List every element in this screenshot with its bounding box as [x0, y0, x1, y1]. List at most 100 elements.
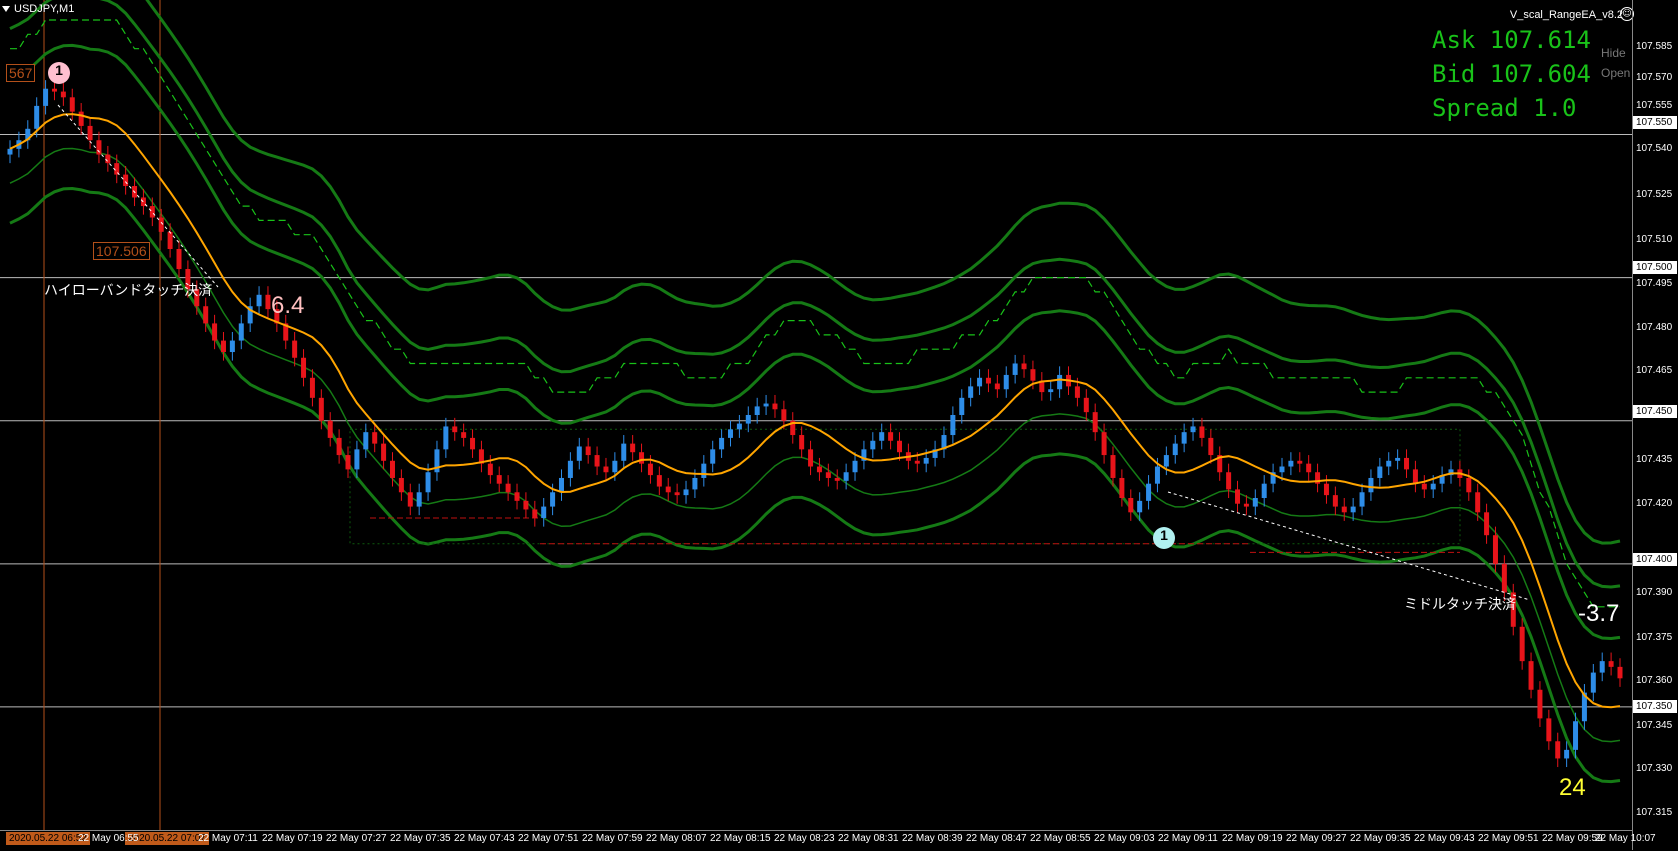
candle-body — [594, 455, 600, 467]
time-tick: 22 May 07:27 — [326, 833, 387, 844]
candle-body — [229, 340, 235, 353]
candle-body — [701, 463, 707, 478]
candle-body — [968, 386, 974, 398]
price-level-box: 107.350 — [1633, 700, 1677, 713]
candle-body — [879, 432, 885, 441]
candle-body — [603, 466, 609, 473]
candle-body — [1243, 503, 1249, 507]
trade-number-circle[interactable]: 1 — [1153, 527, 1175, 549]
candle-body — [959, 397, 965, 415]
candle-body — [585, 446, 591, 456]
candle-body — [7, 148, 13, 155]
candle-body — [781, 409, 787, 421]
candle-body — [523, 500, 529, 510]
candle-body — [630, 443, 636, 453]
ask-quote: Ask 107.614 — [1432, 26, 1591, 54]
candle-body — [550, 492, 556, 507]
candle-body — [1154, 466, 1160, 484]
time-tick: 22 May 07:35 — [390, 833, 451, 844]
candle-body — [656, 475, 662, 487]
candle-body — [1404, 457, 1410, 470]
candle-body — [1332, 495, 1338, 507]
candle-body — [914, 460, 920, 464]
candle-body — [505, 483, 511, 493]
price-tick: 107.570 — [1636, 72, 1673, 83]
candle-body — [532, 509, 538, 519]
candle-body — [1306, 463, 1312, 473]
time-tick: 22 May 09:59 — [1542, 833, 1603, 844]
candle-body — [158, 217, 164, 232]
candle-body — [372, 432, 378, 444]
price-tick: 107.585 — [1636, 41, 1673, 52]
candle-body — [1181, 432, 1187, 444]
candle-body — [301, 357, 307, 378]
moving-average-line — [9, 113, 1621, 709]
candle-body — [612, 460, 618, 473]
open-button[interactable]: Open — [1601, 66, 1630, 80]
candle-body — [398, 477, 404, 493]
candle-body — [834, 477, 840, 481]
candle-body — [1386, 460, 1392, 467]
candle-body — [1573, 721, 1579, 750]
price-level-box: 107.450 — [1633, 405, 1677, 418]
time-tick: 22 May 09:11 — [1158, 833, 1218, 844]
candle-body — [1492, 535, 1498, 564]
time-tick: 22 May 09:19 — [1222, 833, 1283, 844]
candle-body — [167, 231, 173, 249]
candle-body — [149, 206, 155, 218]
hide-button[interactable]: Hide — [1601, 46, 1626, 60]
candle-body — [203, 306, 209, 324]
price-tick: 107.330 — [1636, 763, 1673, 774]
price-label-box: 567 — [6, 64, 36, 82]
candle-body — [470, 437, 476, 450]
price-tick: 107.525 — [1636, 189, 1673, 200]
candle-body — [327, 420, 333, 438]
candle-body — [1466, 477, 1472, 493]
candle-body — [1048, 389, 1054, 393]
candle-body — [1074, 386, 1080, 398]
candle-body — [212, 323, 218, 341]
dropdown-triangle-icon[interactable] — [2, 6, 10, 12]
candle-body — [825, 472, 831, 478]
candle-body — [318, 397, 324, 421]
candle-body — [1368, 477, 1374, 493]
candle-body — [238, 323, 244, 341]
candle-body — [1599, 661, 1605, 673]
candle-body — [897, 440, 903, 453]
candle-body — [1475, 492, 1481, 513]
candle-body — [1546, 718, 1552, 742]
price-chart[interactable]: USDJPY,M1 V_scal_RangeEA_v8.2 ☺ Ask 107.… — [0, 0, 1678, 850]
candle-body — [1261, 483, 1267, 498]
candle-body — [381, 443, 387, 461]
candle-body — [665, 486, 671, 493]
candle-body — [345, 455, 351, 470]
candle-body — [950, 415, 956, 436]
candle-body — [816, 466, 822, 473]
price-level-box: 107.550 — [1633, 116, 1677, 129]
candle-body — [1341, 506, 1347, 513]
candle-body — [852, 460, 858, 473]
trade-number-circle[interactable]: 1 — [48, 62, 70, 84]
time-tick: 22 May 08:15 — [710, 833, 771, 844]
candle-body — [1110, 455, 1116, 478]
chart-canvas[interactable] — [0, 0, 1632, 830]
price-tick: 107.480 — [1636, 322, 1673, 333]
candle-body — [1297, 460, 1303, 464]
candle-body — [1252, 498, 1258, 507]
price-tick: 107.390 — [1636, 587, 1673, 598]
candle-body — [683, 489, 689, 496]
price-level-box: 107.500 — [1633, 261, 1677, 274]
range-zone — [349, 428, 1461, 545]
time-tick: 22 May 09:43 — [1414, 833, 1475, 844]
candle-body — [1128, 498, 1134, 513]
candle-body — [96, 140, 102, 155]
price-tick: 107.420 — [1636, 498, 1673, 509]
candle-body — [389, 460, 395, 478]
candle-body — [220, 340, 226, 353]
candle-body — [710, 449, 716, 464]
symbol-tab[interactable]: USDJPY,M1 — [2, 3, 74, 15]
candle-body — [363, 432, 369, 450]
candle-body — [1003, 374, 1009, 390]
candle-body — [1421, 483, 1427, 490]
candle-body — [727, 429, 733, 438]
